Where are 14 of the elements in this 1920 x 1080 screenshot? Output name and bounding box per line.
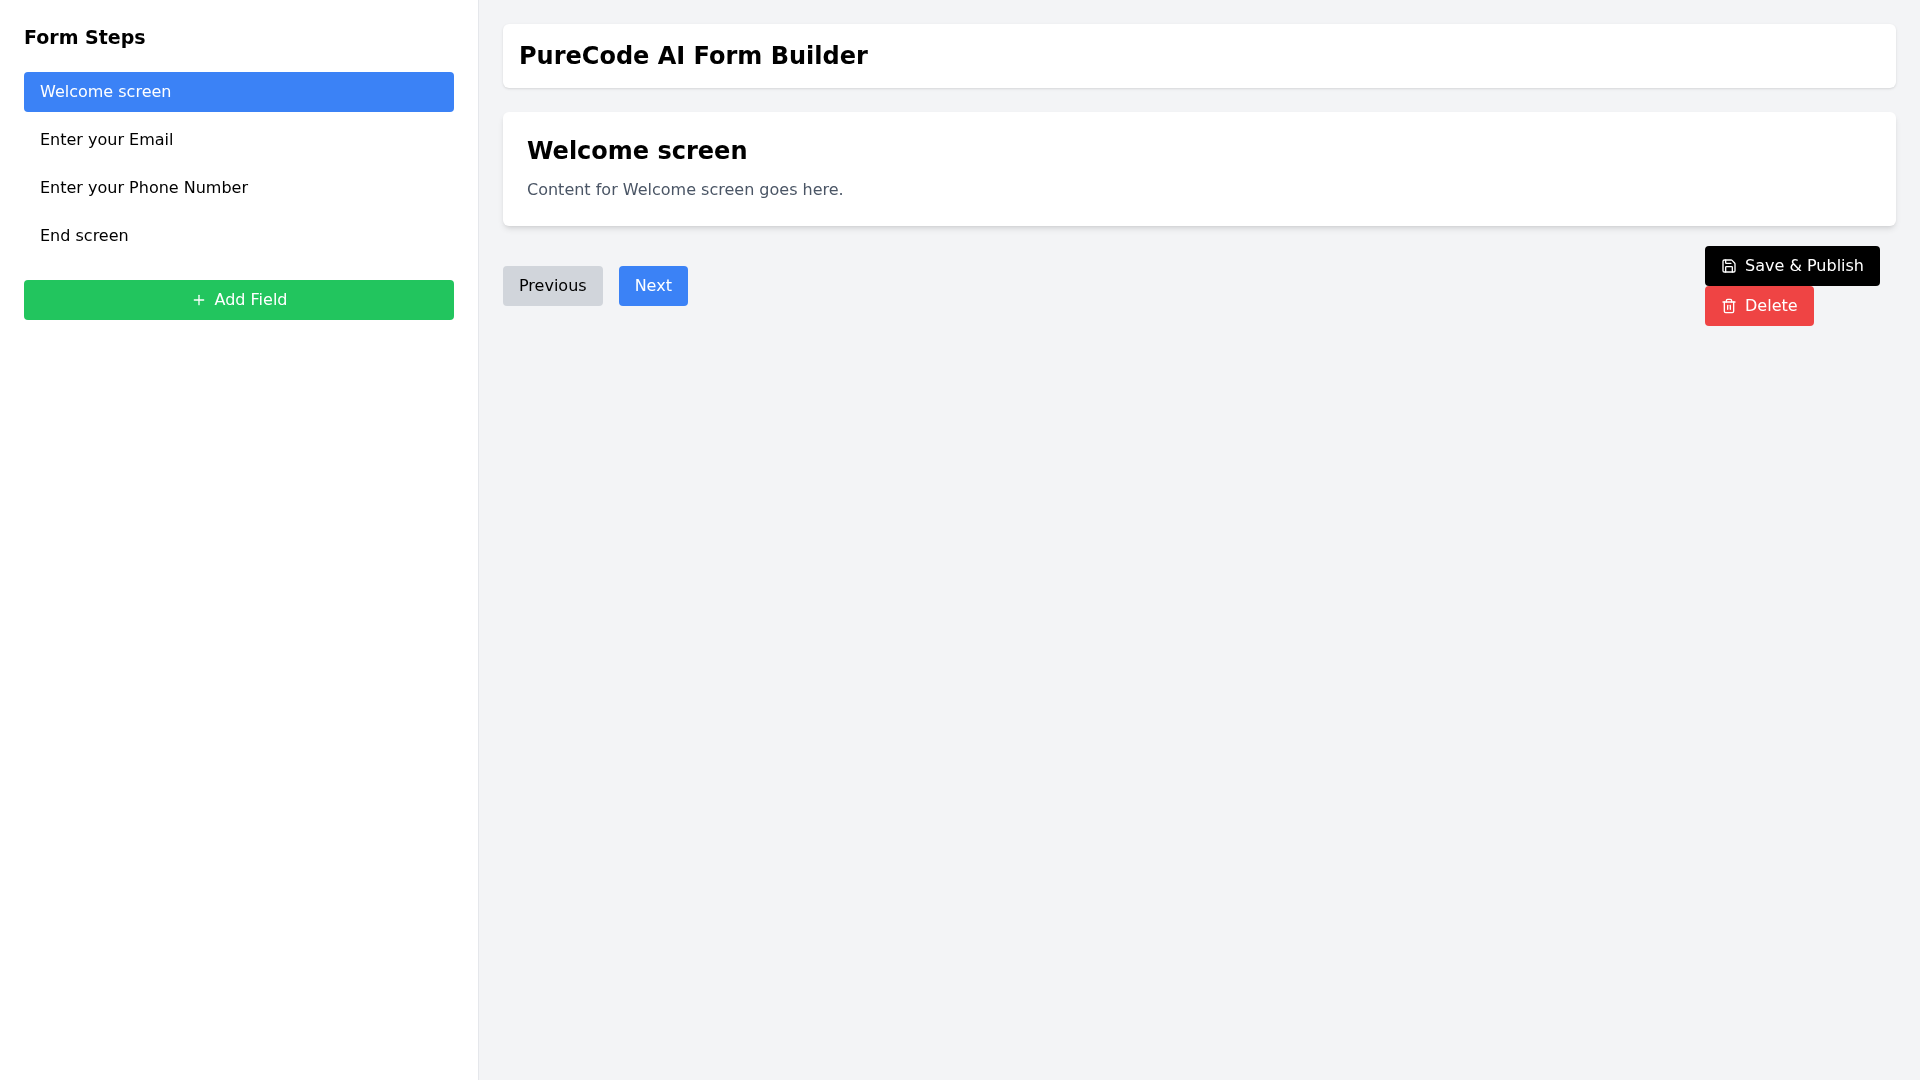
step-item[interactable]: Welcome screen [24,71,454,112]
step-item[interactable]: Enter your Email [24,119,454,160]
app-title: PureCode AI Form Builder [519,41,868,72]
delete-button[interactable]: Delete [1705,286,1814,326]
previous-button[interactable]: Previous [503,266,603,306]
sidebar-title: Form Steps [24,26,147,50]
trash-icon [1721,298,1738,314]
save-icon [1721,258,1738,274]
step-item[interactable]: End screen [24,215,454,256]
step-item[interactable]: Enter your Phone Number [24,167,454,208]
step-content: Content for Welcome screen goes here. [527,179,845,201]
save-publish-button[interactable]: Save & Publish [1705,246,1880,286]
next-button[interactable]: Next [618,266,688,306]
step-title: Welcome screen [527,136,749,166]
